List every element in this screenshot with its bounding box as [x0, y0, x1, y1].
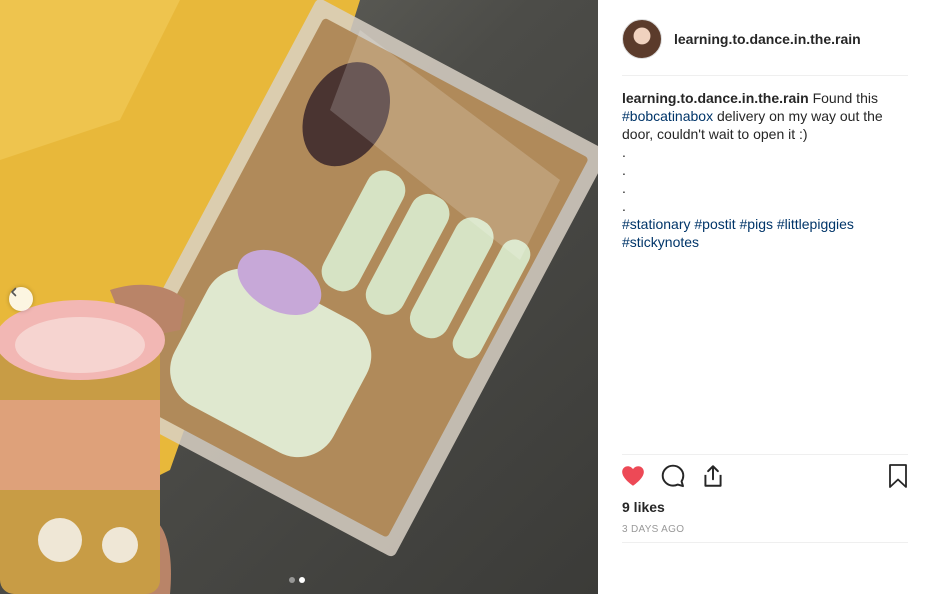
post-actions	[620, 463, 910, 493]
bookmark-icon[interactable]	[886, 463, 910, 489]
carousel-dot-active	[299, 577, 305, 583]
share-icon[interactable]	[700, 463, 726, 489]
likes-link[interactable]: 9 likes	[622, 499, 665, 515]
hashtag-link[interactable]: #bobcatinabox	[622, 108, 713, 124]
post-header: learning.to.dance.in.the.rain	[622, 14, 908, 76]
hashtag-link[interactable]: #pigs	[740, 216, 773, 232]
post-caption: learning.to.dance.in.the.rain Found this…	[622, 89, 894, 251]
comment-icon[interactable]	[660, 463, 686, 489]
post-timestamp[interactable]: 3 DAYS AGO	[622, 524, 684, 535]
avatar[interactable]	[622, 18, 662, 59]
hashtag-link[interactable]: #littlepiggies	[777, 216, 854, 232]
divider	[622, 454, 908, 455]
caption-dot: .	[622, 180, 626, 196]
chevron-left-icon	[11, 287, 17, 297]
caption-dot: .	[622, 144, 626, 160]
carousel-indicator	[289, 577, 305, 583]
post-sidebar: learning.to.dance.in.the.rain learning.t…	[598, 0, 928, 594]
likes-count: 9 likes	[622, 499, 665, 515]
caption-dot: .	[622, 162, 626, 178]
cup	[0, 300, 165, 594]
caption-username[interactable]: learning.to.dance.in.the.rain	[622, 90, 809, 106]
hashtag-link[interactable]: #stationary	[622, 216, 690, 232]
heart-icon[interactable]	[620, 463, 646, 489]
header-username[interactable]: learning.to.dance.in.the.rain	[674, 31, 861, 47]
hashtag-link[interactable]: #stickynotes	[622, 234, 699, 250]
caption-dot: .	[622, 198, 626, 214]
carousel-dot	[289, 577, 295, 583]
photo-illustration	[0, 0, 598, 594]
divider	[622, 542, 908, 543]
post-photo[interactable]	[0, 0, 598, 594]
caption-text: Found this	[808, 90, 878, 106]
hashtag-link[interactable]: #postit	[694, 216, 735, 232]
carousel-prev-button[interactable]	[9, 287, 33, 311]
